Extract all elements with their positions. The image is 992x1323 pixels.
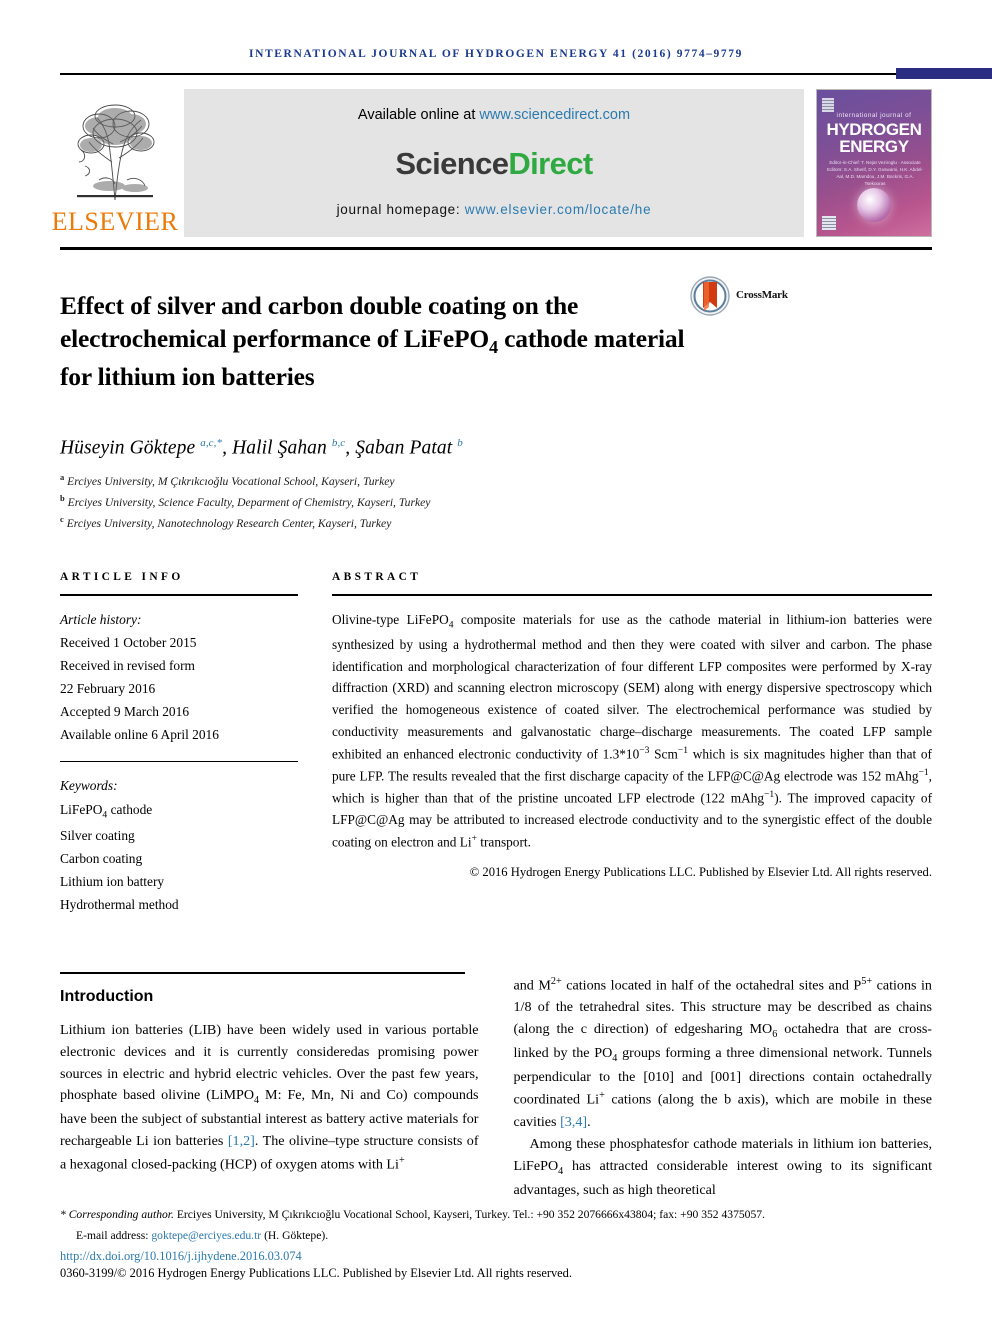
introduction-paragraph-right-1: and M2+ cations located in half of the o… xyxy=(513,975,933,1131)
doi-line[interactable]: http://dx.doi.org/10.1016/j.ijhydene.201… xyxy=(60,1249,932,1264)
page-title: Effect of silver and carbon double coati… xyxy=(60,289,690,394)
introduction-paragraph-left: Lithium ion batteries (LIB) have been wi… xyxy=(60,1021,479,1173)
email-link[interactable]: goktepe@erciyes.edu.tr xyxy=(151,1229,261,1242)
cover-title-line2: ENERGY xyxy=(839,137,909,156)
article-info-rule xyxy=(60,594,298,596)
sciencedirect-logo-science: Science xyxy=(395,145,509,181)
affiliation-item: a Erciyes University, M Çıkrıkcıoğlu Voc… xyxy=(60,471,932,492)
keyword-item: Carbon coating xyxy=(60,850,143,866)
title-block: Effect of silver and carbon double coati… xyxy=(60,272,932,411)
abstract-heading: ABSTRACT xyxy=(332,571,422,584)
article-info-abstract-row: ARTICLE INFO Article history: Received 1… xyxy=(60,571,932,916)
affiliation-text: Erciyes University, Nanotechnology Resea… xyxy=(66,516,392,530)
body-column-right: and M2+ cations located in half of the o… xyxy=(514,974,933,1202)
author-affil-marks: b,c xyxy=(331,436,346,449)
journal-homepage-link[interactable]: www.elsevier.com/locate/he xyxy=(465,202,652,217)
cover-orb-graphic xyxy=(857,188,891,222)
affiliation-mark: c xyxy=(60,513,64,524)
cover-top-badge-icon xyxy=(822,98,834,112)
masthead: ELSEVIER Available online at www.science… xyxy=(52,89,932,237)
sciencedirect-band: Available online at www.sciencedirect.co… xyxy=(184,89,804,237)
article-info-heading: ARTICLE INFO xyxy=(60,571,184,584)
author-separator: , xyxy=(222,437,233,459)
available-online-line: Available online at www.sciencedirect.co… xyxy=(358,107,630,123)
email-note: E-mail address: goktepe@erciyes.edu.tr (… xyxy=(60,1227,932,1245)
issn-copyright-line: 0360-3199/© 2016 Hydrogen Energy Publica… xyxy=(60,1266,572,1280)
running-head-rule xyxy=(60,68,992,79)
cover-journal-kicker: international journal of xyxy=(836,112,912,119)
crossmark-badge[interactable]: CrossMark xyxy=(690,272,830,411)
keywords-block: Keywords: LiFePO4 cathode Silver coating… xyxy=(60,774,298,915)
doi-link[interactable]: http://dx.doi.org/10.1016/j.ijhydene.201… xyxy=(60,1249,302,1263)
affiliation-list: a Erciyes University, M Çıkrıkcıoğlu Voc… xyxy=(60,471,932,533)
corresponding-author-note: * Corresponding author. Erciyes Universi… xyxy=(60,1206,932,1224)
article-history-item: Received 1 October 2015 xyxy=(60,635,197,651)
blue-tab-marker xyxy=(896,68,992,79)
available-online-text: Available online at xyxy=(357,107,480,123)
body-columns: Introduction Lithium ion batteries (LIB)… xyxy=(60,974,932,1202)
corresponding-author-text: Erciyes University, M Çıkrıkcıoğlu Vocat… xyxy=(173,1208,765,1222)
sciencedirect-logo: ScienceDirect xyxy=(395,145,593,182)
article-history-item: 22 February 2016 xyxy=(60,681,156,697)
keyword-item: Silver coating xyxy=(60,827,135,843)
author-affil-marks: b xyxy=(457,436,463,449)
cover-title-line1: HYDROGEN xyxy=(826,120,922,139)
elsevier-wordmark: ELSEVIER xyxy=(51,207,179,236)
introduction-heading: Introduction xyxy=(60,987,154,1005)
crossmark-label: CrossMark xyxy=(736,288,788,301)
email-owner: (H. Göktepe). xyxy=(261,1229,329,1243)
sciencedirect-link[interactable]: www.sciencedirect.com xyxy=(479,107,630,123)
page-title-subscript: 4 xyxy=(489,337,498,358)
author-name: Hüseyin Göktepe xyxy=(60,437,201,459)
keyword-subscript: 4 xyxy=(102,809,108,821)
body-column-left: Introduction Lithium ion batteries (LIB)… xyxy=(60,974,479,1202)
masthead-rule xyxy=(60,247,932,250)
journal-homepage-line: journal homepage: www.elsevier.com/locat… xyxy=(337,202,652,217)
author-affil-marks: a,c,* xyxy=(200,436,223,449)
author-separator: , xyxy=(345,437,356,459)
cover-bottom-badge-icon xyxy=(822,216,836,230)
journal-homepage-label: journal homepage: xyxy=(336,202,465,217)
sciencedirect-logo-direct: Direct xyxy=(508,145,593,181)
article-history-item: Accepted 9 March 2016 xyxy=(60,704,190,720)
affiliation-mark: b xyxy=(60,493,65,504)
crossmark-icon xyxy=(690,275,730,316)
author-name: Şaban Patat xyxy=(355,437,458,459)
abstract-text: Olivine-type LiFePO4 composite materials… xyxy=(332,612,932,850)
article-page: International Journal of Hydrogen Energy… xyxy=(0,0,992,1323)
affiliation-text: Erciyes University, M Çıkrıkcıoğlu Vocat… xyxy=(67,475,395,489)
keyword-item: Lithium ion battery xyxy=(60,873,165,889)
citation-link[interactable]: [1,2] xyxy=(228,1133,255,1149)
elsevier-tree-icon xyxy=(69,100,161,205)
keywords-label: Keywords: xyxy=(60,778,118,794)
abstract-copyright: © 2016 Hydrogen Energy Publications LLC.… xyxy=(469,865,932,880)
introduction-paragraph-right-2: Among these phosphatesfor cathode materi… xyxy=(513,1136,933,1198)
article-history-label: Article history: xyxy=(60,611,142,627)
citation-link[interactable]: [3,4] xyxy=(560,1114,587,1130)
running-head: International Journal of Hydrogen Energy… xyxy=(249,48,743,60)
footer-zone: * Corresponding author. Erciyes Universi… xyxy=(60,1206,932,1281)
abstract-rule xyxy=(332,594,932,597)
email-label: E-mail address: xyxy=(76,1229,152,1243)
affiliation-mark: a xyxy=(60,472,65,483)
article-info-separator-rule xyxy=(60,761,298,763)
article-history-item: Available online 6 April 2016 xyxy=(60,727,219,743)
article-info-column: ARTICLE INFO Article history: Received 1… xyxy=(60,571,298,916)
affiliation-item: b Erciyes University, Science Faculty, D… xyxy=(60,492,932,513)
cover-editors-text: Editor-in-Chief: T. Nejat Veziroglu · As… xyxy=(827,160,923,186)
affiliation-text: Erciyes University, Science Faculty, Dep… xyxy=(67,495,431,509)
article-history-block: Article history: Received 1 October 2015… xyxy=(60,608,298,746)
author-list: Hüseyin Göktepe a,c,*, Halil Şahan b,c, … xyxy=(60,437,932,460)
keyword-item: LiFePO4 cathode xyxy=(60,801,153,821)
article-history-item: Received in revised form xyxy=(60,658,195,674)
elsevier-logo: ELSEVIER xyxy=(52,89,178,237)
corresponding-author-label: * Corresponding author. xyxy=(60,1208,174,1222)
author-name: Halil Şahan xyxy=(232,437,332,459)
journal-cover-thumbnail: international journal of HYDROGEN ENERGY… xyxy=(816,89,932,237)
abstract-column: ABSTRACT Olivine-type LiFePO4 composite … xyxy=(332,571,932,916)
keyword-item: Hydrothermal method xyxy=(60,896,179,912)
affiliation-item: c Erciyes University, Nanotechnology Res… xyxy=(60,513,932,534)
